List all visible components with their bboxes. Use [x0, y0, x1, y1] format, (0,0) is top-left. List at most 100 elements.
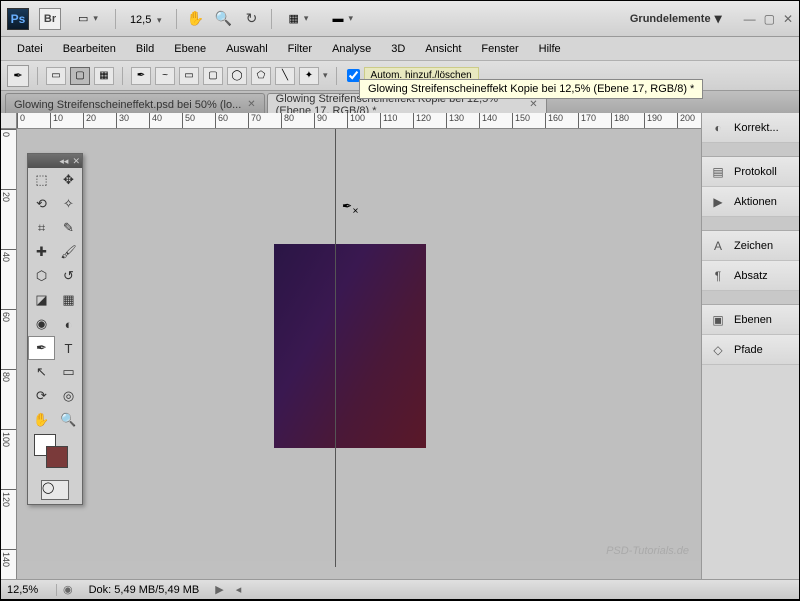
arrange-dropdown[interactable]: ▦ — [282, 9, 316, 28]
zoom-level[interactable]: 12,5 — [126, 11, 166, 26]
history-brush-tool[interactable]: ↺ — [55, 264, 82, 288]
status-zoom[interactable]: 12,5% — [1, 584, 57, 596]
palette-header[interactable]: ◂◂ ✕ — [28, 154, 82, 168]
opt-rect[interactable]: ▭ — [179, 67, 199, 85]
screen-mode-dropdown[interactable]: ▬ — [325, 10, 360, 28]
current-tool-icon[interactable]: ✒ — [7, 65, 29, 87]
menu-datei[interactable]: Datei — [7, 40, 53, 58]
palette-collapse-icon[interactable]: ◂◂ — [59, 156, 68, 167]
menu-3d[interactable]: 3D — [381, 40, 415, 58]
menu-bild[interactable]: Bild — [126, 40, 164, 58]
blur-tool[interactable]: ◉ — [28, 312, 55, 336]
paths-mode[interactable]: ▢ — [70, 67, 90, 85]
panel-ebenen[interactable]: ▣Ebenen — [702, 305, 799, 335]
status-document-info[interactable]: Dok: 5,49 MB/5,49 MB — [79, 584, 210, 596]
lasso-tool[interactable]: ⟲ — [28, 192, 55, 216]
shape-layer-mode[interactable]: ▭ — [46, 67, 66, 85]
canvas-stage[interactable]: ✒✕ PSD-Tutorials.de — [17, 129, 799, 579]
panel-zeichen[interactable]: AZeichen — [702, 231, 799, 261]
maximize-button[interactable]: ▢ — [764, 12, 775, 26]
history-icon: ▤ — [710, 164, 726, 180]
ruler-tick: 140 — [479, 113, 497, 129]
opt-pen-tool[interactable]: ✒ — [131, 67, 151, 85]
ruler-origin[interactable] — [1, 113, 17, 129]
marquee-tool[interactable]: ⬚ — [28, 168, 55, 192]
close-button[interactable]: ✕ — [783, 12, 793, 26]
document-tab[interactable]: Glowing Streifenscheineffekt.psd bei 50%… — [5, 93, 265, 113]
ruler-tick: 40 — [149, 113, 162, 129]
bridge-button[interactable]: Br — [39, 8, 61, 30]
crop-tool[interactable]: ⌗ — [28, 216, 55, 240]
pen-tool[interactable]: ✒ — [28, 336, 55, 360]
menu-ebene[interactable]: Ebene — [164, 40, 216, 58]
move-tool[interactable]: ✥ — [55, 168, 82, 192]
menu-bearbeiten[interactable]: Bearbeiten — [53, 40, 126, 58]
tab-close-icon[interactable]: ✕ — [529, 99, 537, 110]
ruler-tick: 70 — [248, 113, 261, 129]
ruler-tick: 10 — [50, 113, 63, 129]
quick-mask-toggle[interactable]: ◯ — [28, 476, 82, 504]
character-icon: A — [710, 238, 726, 254]
ruler-tick: 160 — [545, 113, 563, 129]
tab-close-icon[interactable]: ✕ — [247, 99, 255, 110]
zoom-tool-shortcut[interactable]: 🔍 — [215, 10, 233, 28]
menu-filter[interactable]: Filter — [278, 40, 322, 58]
app-logo[interactable]: Ps — [7, 8, 29, 30]
zoom-tool[interactable]: 🔍 — [55, 408, 82, 432]
eyedropper-tool[interactable]: ✎ — [55, 216, 82, 240]
gradient-tool[interactable]: ▦ — [55, 288, 82, 312]
ruler-tick: 100 — [347, 113, 365, 129]
vertical-guide[interactable] — [335, 129, 336, 567]
eraser-tool[interactable]: ◪ — [28, 288, 55, 312]
healing-brush-tool[interactable]: ✚ — [28, 240, 55, 264]
ruler-tick: 20 — [83, 113, 96, 129]
panel-aktionen[interactable]: ▶Aktionen — [702, 187, 799, 217]
ruler-vertical[interactable]: 020406080100120140 — [1, 129, 17, 579]
tools-palette[interactable]: ◂◂ ✕ ⬚ ✥ ⟲ ✧ ⌗ ✎ ✚ 🖌 ⬡ ↺ ◪ ▦ ◉ — [27, 153, 83, 505]
panel-absatz[interactable]: ¶Absatz — [702, 261, 799, 291]
color-swatches[interactable] — [28, 432, 82, 476]
status-menu-icon[interactable]: ▶ — [209, 583, 229, 596]
layers-icon: ▣ — [710, 312, 726, 328]
clone-stamp-tool[interactable]: ⬡ — [28, 264, 55, 288]
dodge-tool[interactable]: ◐ — [55, 312, 82, 336]
minimize-button[interactable]: — — [744, 12, 756, 26]
3d-orbit-tool[interactable]: ◎ — [55, 384, 82, 408]
opt-line[interactable]: ╲ — [275, 67, 295, 85]
shape-tool[interactable]: ▭ — [55, 360, 82, 384]
layout-dropdown[interactable]: ▭ — [71, 9, 105, 28]
fill-pixels-mode[interactable]: ▦ — [94, 67, 114, 85]
3d-rotate-tool[interactable]: ⟳ — [28, 384, 55, 408]
ruler-tick: 130 — [446, 113, 464, 129]
opt-ellipse[interactable]: ◯ — [227, 67, 247, 85]
menu-hilfe[interactable]: Hilfe — [529, 40, 571, 58]
hand-tool-shortcut[interactable]: ✋ — [187, 10, 205, 28]
ruler-tick: 50 — [182, 113, 195, 129]
menu-auswahl[interactable]: Auswahl — [216, 40, 278, 58]
menu-analyse[interactable]: Analyse — [322, 40, 381, 58]
panel-protokoll[interactable]: ▤Protokoll — [702, 157, 799, 187]
panel-korrekturen[interactable]: ◐Korrekt... — [702, 113, 799, 143]
magic-wand-tool[interactable]: ✧ — [55, 192, 82, 216]
opt-polygon[interactable]: ⬠ — [251, 67, 271, 85]
menu-fenster[interactable]: Fenster — [471, 40, 528, 58]
opt-custom-shape[interactable]: ✦ — [299, 67, 319, 85]
brush-tool[interactable]: 🖌 — [55, 240, 82, 264]
auto-add-delete-check[interactable] — [347, 69, 360, 82]
palette-close-icon[interactable]: ✕ — [72, 156, 80, 167]
opt-round-rect[interactable]: ▢ — [203, 67, 223, 85]
hand-tool[interactable]: ✋ — [28, 408, 55, 432]
panel-pfade[interactable]: ◇Pfade — [702, 335, 799, 365]
status-toggle-icon[interactable]: ◉ — [57, 583, 79, 596]
rotate-view-shortcut[interactable]: ↻ — [243, 10, 261, 28]
ruler-tick: 80 — [1, 369, 17, 382]
ruler-tick: 40 — [1, 249, 17, 262]
type-tool[interactable]: T — [55, 336, 82, 360]
opt-freeform-pen[interactable]: ~ — [155, 67, 175, 85]
workspace-selector[interactable]: Grundelemente ▾ — [630, 10, 722, 27]
menu-ansicht[interactable]: Ansicht — [415, 40, 471, 58]
path-selection-tool[interactable]: ↖ — [28, 360, 55, 384]
scroll-left-icon[interactable]: ◂ — [230, 583, 248, 596]
background-color[interactable] — [46, 446, 68, 468]
ruler-horizontal[interactable]: 0102030405060708090100110120130140150160… — [17, 113, 799, 129]
